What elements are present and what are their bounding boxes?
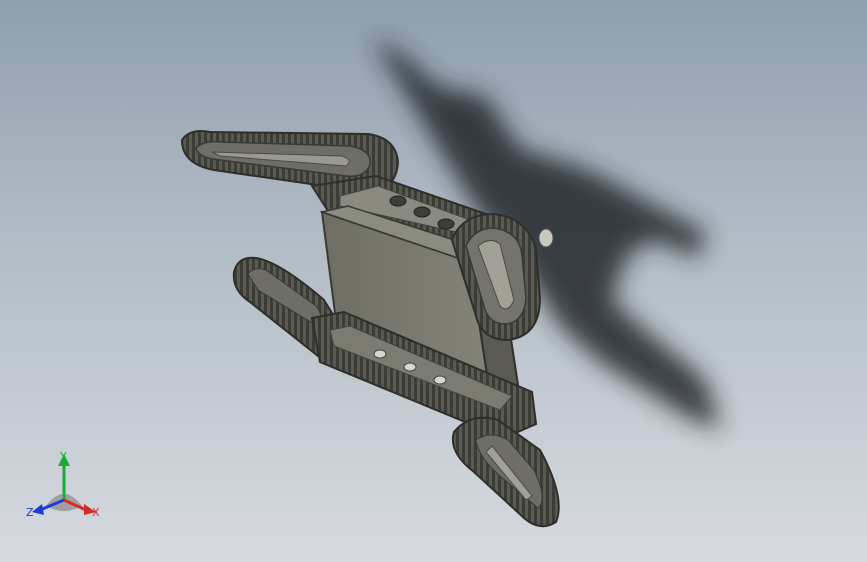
z-axis-label: Z — [26, 506, 34, 519]
lower-right-flipper — [452, 416, 560, 528]
x-axis-label: X — [92, 506, 100, 519]
z-axis-arrow-icon — [32, 504, 44, 515]
axis-triad[interactable]: Y Z X — [24, 448, 106, 524]
y-axis-label: Y — [59, 450, 67, 463]
3d-viewport[interactable] — [0, 0, 867, 562]
